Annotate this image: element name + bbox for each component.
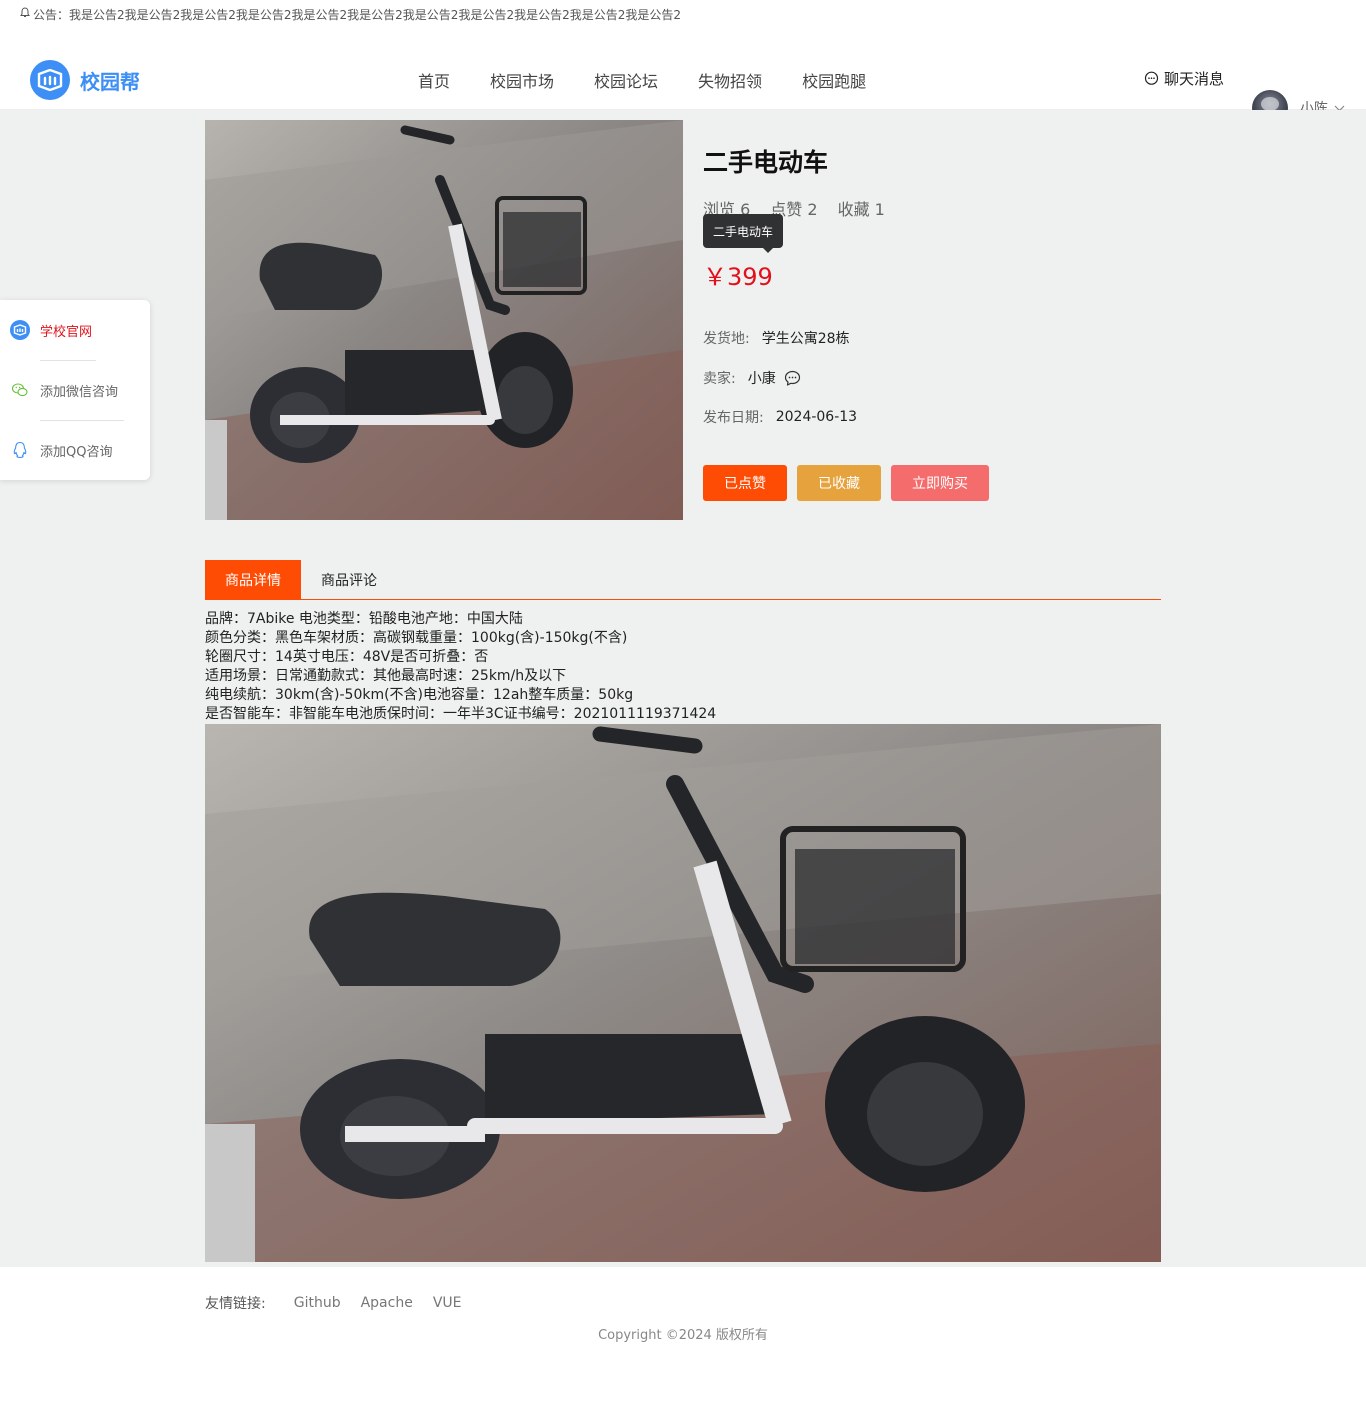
nav-market[interactable]: 校园市场 [490,68,554,92]
product-detail-image [205,724,1161,1262]
product-price: ￥399 [703,263,773,291]
chat-bubble-icon [1144,71,1159,85]
school-logo-icon [10,320,30,340]
logo-text: 校园帮 [80,69,140,94]
qq-icon [13,441,27,458]
seller-label: 卖家: [703,371,736,387]
side-item-label: 添加QQ咨询 [40,444,113,460]
page-footer: 友情链接: Github Apache VUE Copyright ©2024 … [0,1267,1366,1407]
friend-links-label: 友情链接: [205,1296,266,1312]
notice-bar: 公告：我是公告2我是公告2我是公告2我是公告2我是公告2我是公告2我是公告2我是… [0,0,1366,28]
spec-line: 适用场景：日常通勤款式：其他最高时速：25km/h及以下 [205,668,567,684]
product-main-image[interactable] [205,120,683,520]
product-title: 二手电动车 [703,148,829,177]
chat-label: 聊天消息 [1164,70,1225,88]
spec-line: 是否智能车：非智能车电池质保时间：一年半3C证书编号：2021011119371… [205,706,717,722]
ship-from-label: 发货地: [703,331,750,347]
notice-text: 公告：我是公告2我是公告2我是公告2我是公告2我是公告2我是公告2我是公告2我是… [33,7,681,22]
seller-name[interactable]: 小康 [748,368,776,388]
link-github[interactable]: Github [294,1295,341,1311]
friend-links: 友情链接: Github Apache VUE [205,1293,482,1313]
detail-tabs: 商品详情 商品评论 [205,560,1161,600]
divider [40,420,124,421]
spec-line: 颜色分类：黑色车架材质：高碳钢载重量：100kg(含)-150kg(不含) [205,630,628,646]
side-item-label: 添加微信咨询 [40,384,119,400]
side-item-wechat[interactable]: 添加微信咨询 [10,380,118,400]
divider [40,360,96,361]
side-item-label: 学校官网 [40,324,93,340]
logo-icon [30,60,70,100]
product-specs: 品牌：7Abike 电池类型：铅酸电池产地：中国大陆 颜色分类：黑色车架材质：高… [205,610,716,724]
liked-button[interactable]: 已点赞 [703,465,787,501]
link-vue[interactable]: VUE [433,1295,462,1311]
tab-product-comments[interactable]: 商品评论 [301,560,397,599]
nav-errand[interactable]: 校园跑腿 [802,68,866,92]
top-header: 校园帮 首页 校园市场 校园论坛 失物招领 校园跑腿 聊天消息 小陈 [0,28,1366,126]
nav-forum[interactable]: 校园论坛 [594,68,658,92]
copyright: Copyright ©2024 版权所有 [598,1328,768,1343]
spec-line: 纯电续航：30km(含)-50km(不含)电池容量：12ah整车质量：50kg [205,687,634,703]
favorited-button[interactable]: 已收藏 [797,465,881,501]
publish-date-value: 2024-06-13 [775,409,858,425]
side-item-school-site[interactable]: 学校官网 [10,320,92,340]
spec-line: 轮圈尺寸：14英寸电压：48V是否可折叠：否 [205,649,489,665]
side-item-qq[interactable]: 添加QQ咨询 [10,440,112,460]
seller-row: 卖家: 小康 [703,368,801,388]
side-contact-panel: 学校官网 添加微信咨询 添加QQ咨询 [0,300,150,480]
nav-lost-found[interactable]: 失物招领 [698,68,762,92]
nav-home[interactable]: 首页 [418,68,450,92]
spec-line: 品牌：7Abike 电池类型：铅酸电池产地：中国大陆 [205,611,523,627]
chat-messages-link[interactable]: 聊天消息 [1144,68,1224,89]
ship-from-value: 学生公寓28栋 [761,331,850,347]
main-nav: 首页 校园市场 校园论坛 失物招领 校园跑腿 [418,68,866,92]
site-logo[interactable]: 校园帮 [30,60,140,100]
wechat-icon [11,383,28,397]
buy-now-button[interactable]: 立即购买 [891,465,989,501]
tab-product-details[interactable]: 商品详情 [205,560,301,599]
chat-seller-icon[interactable] [784,370,801,387]
publish-date-row: 发布日期: 2024-06-13 [703,407,857,427]
favorites-count: 收藏 1 [837,200,885,219]
link-apache[interactable]: Apache [361,1295,413,1311]
title-tooltip: 二手电动车 [703,214,784,253]
ship-from-row: 发货地: 学生公寓28栋 [703,328,850,348]
bell-icon [20,7,30,21]
publish-date-label: 发布日期: [703,410,764,426]
